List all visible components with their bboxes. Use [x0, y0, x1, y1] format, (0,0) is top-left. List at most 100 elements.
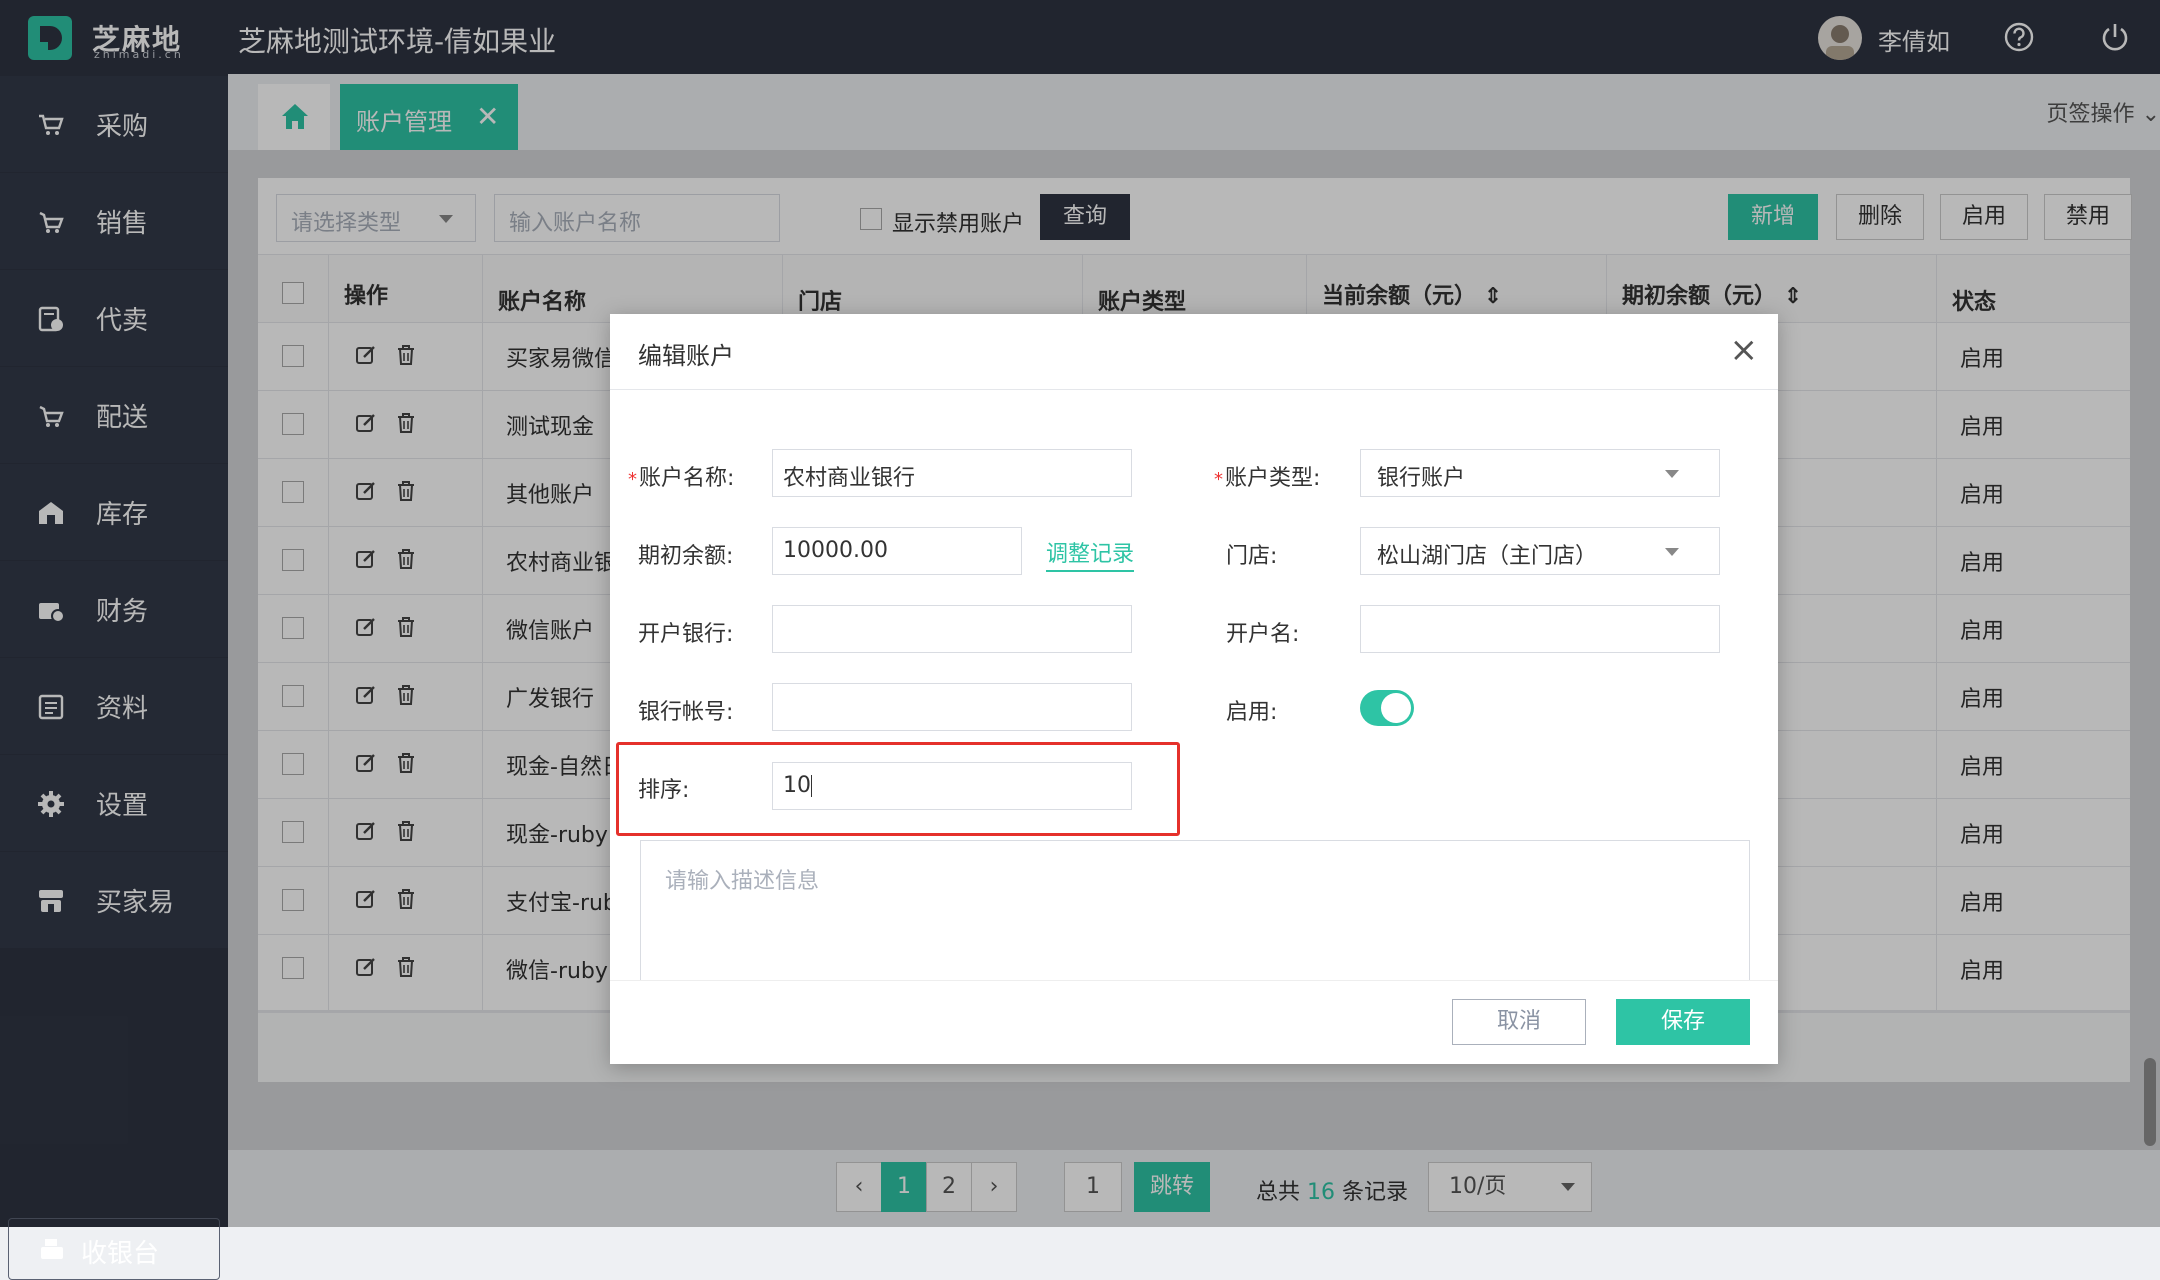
account-name-input[interactable]: 农村商业银行 — [772, 449, 1132, 497]
column-header-name: 账户名称 — [498, 290, 587, 315]
row-checkbox[interactable] — [282, 753, 304, 775]
trash-icon[interactable] — [394, 343, 418, 367]
edit-icon[interactable] — [354, 955, 378, 979]
bank-input[interactable] — [772, 605, 1132, 653]
tab-label: 账户管理 — [356, 108, 452, 136]
add-button[interactable]: 新增 — [1728, 194, 1818, 240]
column-header-balance[interactable]: 当前余额（元） ⇕ — [1322, 278, 1502, 310]
edit-icon[interactable] — [354, 819, 378, 843]
account-name-search-input[interactable]: 输入账户名称 — [494, 194, 780, 242]
sidebar-item-settings[interactable]: 设置 — [0, 755, 228, 851]
row-checkbox[interactable] — [282, 685, 304, 707]
account-name-cell: 买家易微信 — [506, 347, 616, 372]
jump-button[interactable]: 跳转 — [1134, 1162, 1210, 1212]
row-checkbox[interactable] — [282, 345, 304, 367]
edit-icon[interactable] — [354, 411, 378, 435]
shop-label: 门店: — [1226, 544, 1278, 569]
type-select[interactable]: 请选择类型 — [276, 194, 476, 242]
row-checkbox[interactable] — [282, 481, 304, 503]
trash-icon[interactable] — [394, 887, 418, 911]
cart-icon — [39, 114, 64, 135]
app-title: 芝麻地测试环境-倩如果业 — [238, 25, 557, 58]
row-checkbox[interactable] — [282, 617, 304, 639]
sidebar-item-delivery[interactable]: 配送 — [0, 367, 228, 463]
edit-icon[interactable] — [354, 683, 378, 707]
row-checkbox[interactable] — [282, 549, 304, 571]
next-page-button[interactable]: › — [971, 1162, 1017, 1212]
help-circle-icon[interactable] — [2002, 20, 2036, 54]
edit-icon[interactable] — [354, 615, 378, 639]
close-icon[interactable]: ✕ — [476, 100, 499, 133]
type-select-placeholder: 请选择类型 — [291, 211, 402, 236]
dialog-header: 编辑账户 × — [610, 314, 1778, 390]
status-cell: 启用 — [1960, 687, 2005, 712]
trash-icon[interactable] — [394, 615, 418, 639]
page-button-1[interactable]: 1 — [881, 1162, 927, 1212]
edit-icon[interactable] — [354, 479, 378, 503]
account-type-select[interactable]: 银行账户 — [1360, 449, 1720, 497]
account-name-cell: 农村商业银 — [506, 551, 616, 576]
description-textarea[interactable]: 请输入描述信息 — [640, 840, 1750, 990]
jump-page-input[interactable]: 1 — [1064, 1162, 1122, 1212]
total-count: 16 — [1307, 1180, 1336, 1205]
trash-icon[interactable] — [394, 411, 418, 435]
user-name[interactable]: 李倩如 — [1878, 22, 1950, 57]
enable-toggle[interactable] — [1360, 690, 1414, 726]
shop-select[interactable]: 松山湖门店（主门店） — [1360, 527, 1720, 575]
scrollbar[interactable] — [2144, 1058, 2156, 1146]
column-header-initial[interactable]: 期初余额（元） ⇕ — [1622, 278, 1802, 310]
cancel-button[interactable]: 取消 — [1452, 999, 1586, 1045]
sidebar-item-buyer[interactable]: 买家易 — [0, 852, 228, 948]
prev-page-button[interactable]: ‹ — [836, 1162, 882, 1212]
page-button-2[interactable]: 2 — [926, 1162, 972, 1212]
edit-icon[interactable] — [354, 547, 378, 571]
sidebar-item-inventory[interactable]: 库存 — [0, 464, 228, 560]
sidebar-item-purchase[interactable]: 采购 — [0, 76, 228, 172]
row-checkbox[interactable] — [282, 889, 304, 911]
trash-icon[interactable] — [394, 479, 418, 503]
close-icon[interactable]: × — [1730, 330, 1759, 370]
sort-icon: ⇕ — [1483, 284, 1503, 309]
power-icon[interactable] — [2098, 20, 2132, 54]
disable-button[interactable]: 禁用 — [2044, 194, 2132, 240]
save-button[interactable]: 保存 — [1616, 999, 1750, 1045]
tab-account-management[interactable]: 账户管理 ✕ — [340, 84, 518, 150]
required-mark: * — [628, 469, 637, 490]
status-cell: 启用 — [1960, 755, 2005, 780]
tab-home[interactable] — [258, 84, 330, 150]
enable-button[interactable]: 启用 — [1940, 194, 2028, 240]
adjust-record-link[interactable]: 调整记录 — [1046, 536, 1135, 572]
show-disabled-checkbox[interactable] — [860, 208, 882, 230]
trash-icon[interactable] — [394, 751, 418, 775]
row-checkbox[interactable] — [282, 413, 304, 435]
bank-account-input[interactable] — [772, 683, 1132, 731]
trash-icon[interactable] — [394, 683, 418, 707]
edit-icon[interactable] — [354, 751, 378, 775]
account-holder-input[interactable] — [1360, 605, 1720, 653]
select-all-checkbox[interactable] — [282, 282, 304, 304]
total-prefix: 总共 — [1256, 1180, 1301, 1205]
sidebar-item-data[interactable]: 资料 — [0, 658, 228, 754]
sidebar-item-finance[interactable]: 财务 — [0, 561, 228, 657]
caret-down-icon — [439, 215, 453, 223]
initial-balance-input[interactable]: 10000.00 — [772, 527, 1022, 575]
edit-icon[interactable] — [354, 887, 378, 911]
sidebar-item-sales[interactable]: 销售 — [0, 173, 228, 269]
row-checkbox[interactable] — [282, 957, 304, 979]
trash-icon[interactable] — [394, 819, 418, 843]
trash-icon[interactable] — [394, 547, 418, 571]
sort-input[interactable]: 10 — [772, 762, 1132, 810]
caret-down-icon — [1665, 470, 1679, 478]
cashier-button[interactable]: 收银台 — [8, 1218, 220, 1280]
sidebar-item-consign[interactable]: 代卖 — [0, 270, 228, 366]
tab-operations-dropdown[interactable]: 页签操作 ⌄ — [2047, 96, 2160, 128]
row-checkbox[interactable] — [282, 821, 304, 843]
avatar[interactable] — [1818, 16, 1862, 60]
account-name-cell: 其他账户 — [506, 483, 595, 508]
trash-icon[interactable] — [394, 955, 418, 979]
query-button[interactable]: 查询 — [1040, 194, 1130, 240]
page-size-select[interactable]: 10/页 — [1428, 1162, 1592, 1212]
account-name-cell: 现金-自然日 — [506, 755, 616, 780]
delete-button[interactable]: 删除 — [1836, 194, 1924, 240]
edit-icon[interactable] — [354, 343, 378, 367]
